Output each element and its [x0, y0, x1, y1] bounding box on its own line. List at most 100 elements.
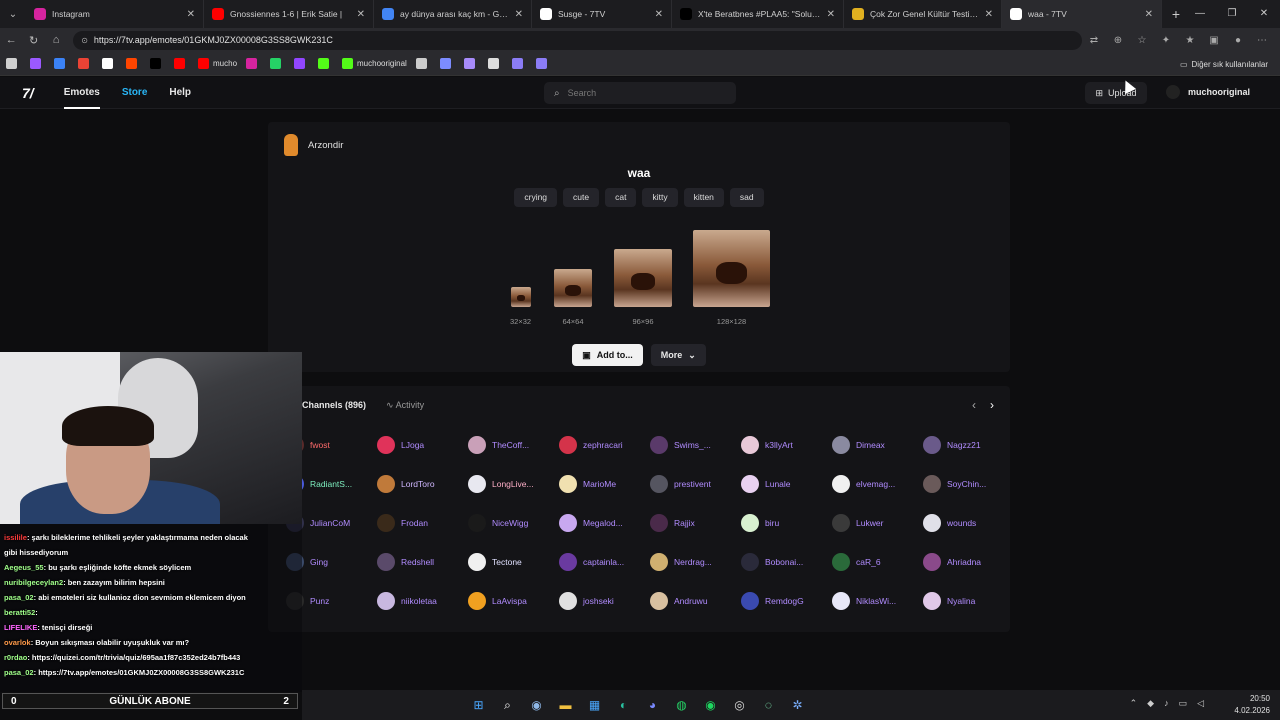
next-page-icon[interactable]: › [990, 398, 994, 412]
preview-32[interactable]: 32×32 [510, 287, 531, 326]
emote-tag[interactable]: cat [605, 188, 637, 207]
user-menu[interactable]: muchooriginal [1166, 85, 1250, 99]
bookmark-item[interactable] [150, 58, 165, 69]
site-info-icon[interactable]: ⊙ [81, 36, 88, 45]
channel-item[interactable]: elvemag... [832, 475, 923, 493]
bookmark-item[interactable] [174, 58, 189, 69]
preview-96[interactable]: 96×96 [614, 249, 672, 326]
bookmark-item[interactable]: muchooriginal [342, 58, 407, 69]
extensions-icon[interactable]: ✦ [1154, 35, 1178, 46]
preview-128[interactable]: 128×128 [693, 230, 770, 326]
channel-item[interactable]: SoyChin... [923, 475, 1014, 493]
channel-item[interactable]: Rajjix [650, 514, 741, 532]
whatsapp-icon[interactable]: ◍ [671, 695, 692, 715]
bookmark-item[interactable] [54, 58, 69, 69]
emote-tag[interactable]: crying [514, 188, 558, 207]
close-tab-icon[interactable]: ✕ [985, 9, 993, 20]
close-tab-icon[interactable]: ✕ [1145, 9, 1153, 20]
channel-item[interactable]: LJoga [377, 436, 468, 454]
prev-page-icon[interactable]: ‹ [972, 398, 976, 412]
channel-item[interactable]: Megalod... [559, 514, 650, 532]
browser-tab[interactable]: ay dünya arası kaç km - Google'da ✕ [374, 0, 532, 28]
refresh-button[interactable]: ↻ [22, 34, 44, 47]
channel-item[interactable]: k3llyArt [741, 436, 832, 454]
emote-owner[interactable]: Arzondir [284, 134, 343, 156]
browser-tab[interactable]: waa - 7TV ✕ [1002, 0, 1162, 28]
bookmark-item[interactable] [270, 58, 285, 69]
channel-item[interactable]: LaAvispa [468, 592, 559, 610]
bookmark-item[interactable] [439, 58, 455, 69]
channel-item[interactable]: Redshell [377, 553, 468, 571]
maximize-button[interactable]: ❐ [1216, 0, 1248, 28]
clock[interactable]: 20:50 4.02.2026 [1234, 693, 1270, 717]
store-icon[interactable]: ▦ [584, 695, 605, 715]
home-button[interactable]: ⌂ [45, 34, 67, 46]
channel-item[interactable]: NiceWigg [468, 514, 559, 532]
emote-tag[interactable]: kitty [642, 188, 678, 207]
emote-tag[interactable]: sad [729, 188, 764, 207]
app-icon[interactable]: ◌ [758, 695, 779, 715]
mic-icon[interactable]: ♪ [1164, 698, 1169, 709]
bookmark-item[interactable] [246, 58, 261, 69]
channel-item[interactable]: niikoletaa [377, 592, 468, 610]
emote-tag[interactable]: cute [563, 188, 600, 207]
close-tab-icon[interactable]: ✕ [515, 9, 523, 20]
channel-item[interactable]: Frodan [377, 514, 468, 532]
edge-icon[interactable]: ◐ [613, 695, 634, 715]
nav-emotes[interactable]: Emotes [63, 77, 100, 109]
browser-tab[interactable]: Çok Zor Genel Kültür Testi Part22 ✕ [844, 0, 1002, 28]
preview-64[interactable]: 64×64 [554, 269, 592, 326]
more-button[interactable]: More ⌄ [650, 344, 706, 366]
bookmark-item[interactable] [463, 58, 479, 69]
channel-item[interactable]: Tectone [468, 553, 559, 571]
channel-item[interactable]: MarioMe [559, 475, 650, 493]
channel-item[interactable]: LongLive... [468, 475, 559, 493]
channel-item[interactable]: Dimeax [832, 436, 923, 454]
other-bookmarks[interactable]: ▭ Diğer sık kullanılanlar [1180, 52, 1268, 76]
bookmark-item[interactable] [102, 58, 117, 69]
collections-icon[interactable]: ▣ [1202, 35, 1226, 46]
bookmark-item[interactable] [318, 58, 333, 69]
channel-item[interactable]: Lunale [741, 475, 832, 493]
channel-item[interactable]: NiklasWi... [832, 592, 923, 610]
tray-app-icon[interactable]: ◆ [1147, 698, 1154, 709]
channel-item[interactable]: caR_6 [832, 553, 923, 571]
bookmark-item[interactable] [294, 58, 309, 69]
back-button[interactable]: ← [0, 34, 22, 46]
emote-tag[interactable]: kitten [683, 188, 724, 207]
browser-tab[interactable]: Instagram ✕ [26, 0, 204, 28]
add-to-button[interactable]: ▣ Add to... [572, 344, 643, 366]
channel-item[interactable]: captainla... [559, 553, 650, 571]
settings-icon[interactable]: ✲ [787, 695, 808, 715]
upload-button[interactable]: ⊞ Upload [1085, 82, 1147, 104]
channel-item[interactable]: wounds [923, 514, 1014, 532]
search-icon[interactable]: ⌕ [497, 695, 518, 715]
channel-item[interactable]: prestivent [650, 475, 741, 493]
nav-help[interactable]: Help [169, 77, 191, 109]
channel-item[interactable]: RemdogG [741, 592, 832, 610]
profile-icon[interactable]: ● [1226, 35, 1250, 46]
7tv-logo[interactable]: 7/ [22, 85, 34, 101]
obs-icon[interactable]: ◎ [729, 695, 750, 715]
bookmark-item[interactable] [415, 58, 431, 69]
bookmark-item[interactable] [126, 58, 141, 69]
explorer-icon[interactable]: ▬ [555, 695, 576, 715]
bookmark-item[interactable] [30, 58, 45, 69]
bookmark-item[interactable] [487, 58, 503, 69]
favorite-star-icon[interactable]: ☆ [1130, 35, 1154, 46]
tab-channels[interactable]: Channels (896) [302, 400, 366, 411]
close-tab-icon[interactable]: ✕ [187, 9, 195, 20]
channel-item[interactable]: Lukwer [832, 514, 923, 532]
channel-item[interactable]: joshseki [559, 592, 650, 610]
close-tab-icon[interactable]: ✕ [357, 9, 365, 20]
nav-store[interactable]: Store [122, 77, 148, 109]
tray-chevron-icon[interactable]: ⌃ [1130, 698, 1138, 709]
channel-item[interactable]: biru [741, 514, 832, 532]
bookmark-item[interactable] [511, 58, 527, 69]
windows-icon[interactable]: ⊞ [468, 695, 489, 715]
channel-item[interactable]: Andruwu [650, 592, 741, 610]
channel-item[interactable]: zephracari [559, 436, 650, 454]
browser-tab[interactable]: Gnossiennes 1-6 | Erik Satie | ✕ [204, 0, 374, 28]
bookmark-item[interactable] [535, 58, 551, 69]
channel-item[interactable]: Ahriadna [923, 553, 1014, 571]
